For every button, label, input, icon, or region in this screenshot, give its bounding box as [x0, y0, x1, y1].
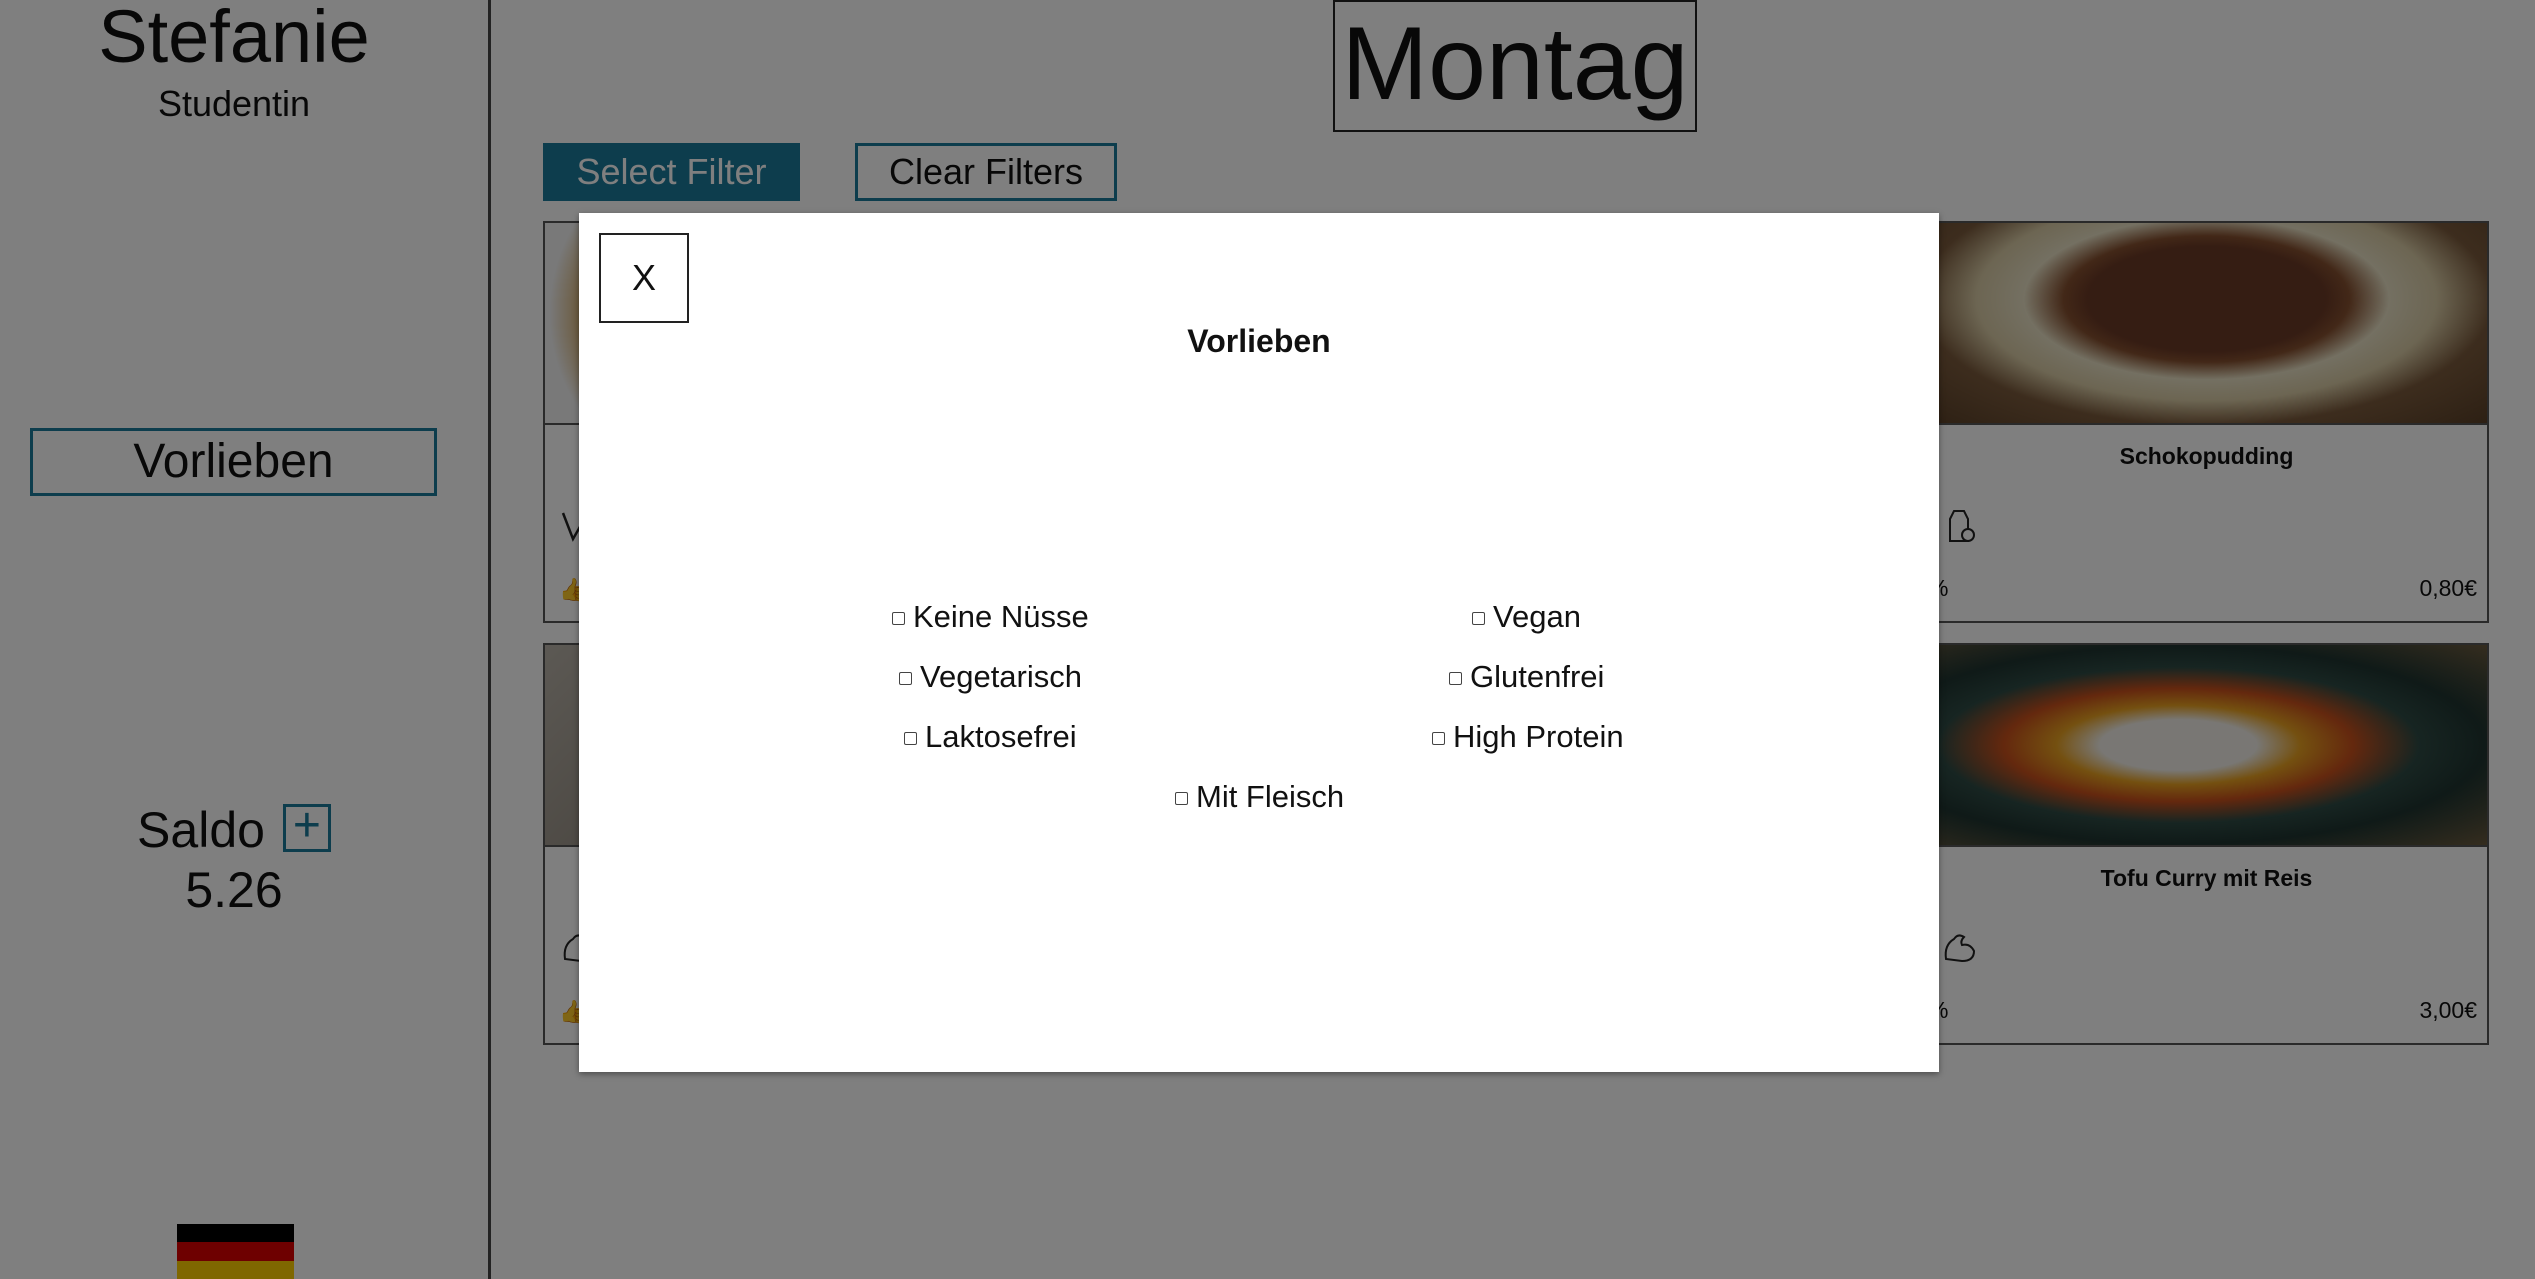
option-high-protein[interactable]: High Protein [1432, 717, 1624, 757]
option-label: Laktosefrei [925, 719, 1077, 754]
option-vegetarisch[interactable]: Vegetarisch [899, 657, 1082, 697]
option-glutenfrei[interactable]: Glutenfrei [1449, 657, 1604, 697]
option-laktosefrei[interactable]: Laktosefrei [904, 717, 1077, 757]
close-modal-button[interactable]: X [599, 233, 689, 323]
checkbox[interactable] [904, 732, 917, 746]
checkbox[interactable] [1175, 792, 1188, 806]
modal-title: Vorlieben [1187, 323, 1331, 359]
checkbox[interactable] [1432, 732, 1445, 746]
option-label: Vegetarisch [920, 659, 1082, 694]
checkbox[interactable] [1449, 672, 1462, 686]
option-vegan[interactable]: Vegan [1472, 597, 1581, 637]
checkbox[interactable] [892, 612, 905, 626]
option-label: High Protein [1453, 719, 1624, 754]
option-keine-nuesse[interactable]: Keine Nüsse [892, 597, 1089, 637]
option-label: Mit Fleisch [1196, 779, 1345, 814]
checkbox[interactable] [1472, 612, 1485, 626]
preferences-modal: X Vorlieben Keine Nüsse Vegan Vegetarisc… [579, 213, 1939, 1072]
checkbox[interactable] [899, 672, 912, 686]
option-label: Glutenfrei [1470, 659, 1605, 694]
option-label: Vegan [1493, 599, 1581, 634]
option-label: Keine Nüsse [913, 599, 1089, 634]
option-mit-fleisch[interactable]: Mit Fleisch [1175, 777, 1344, 817]
